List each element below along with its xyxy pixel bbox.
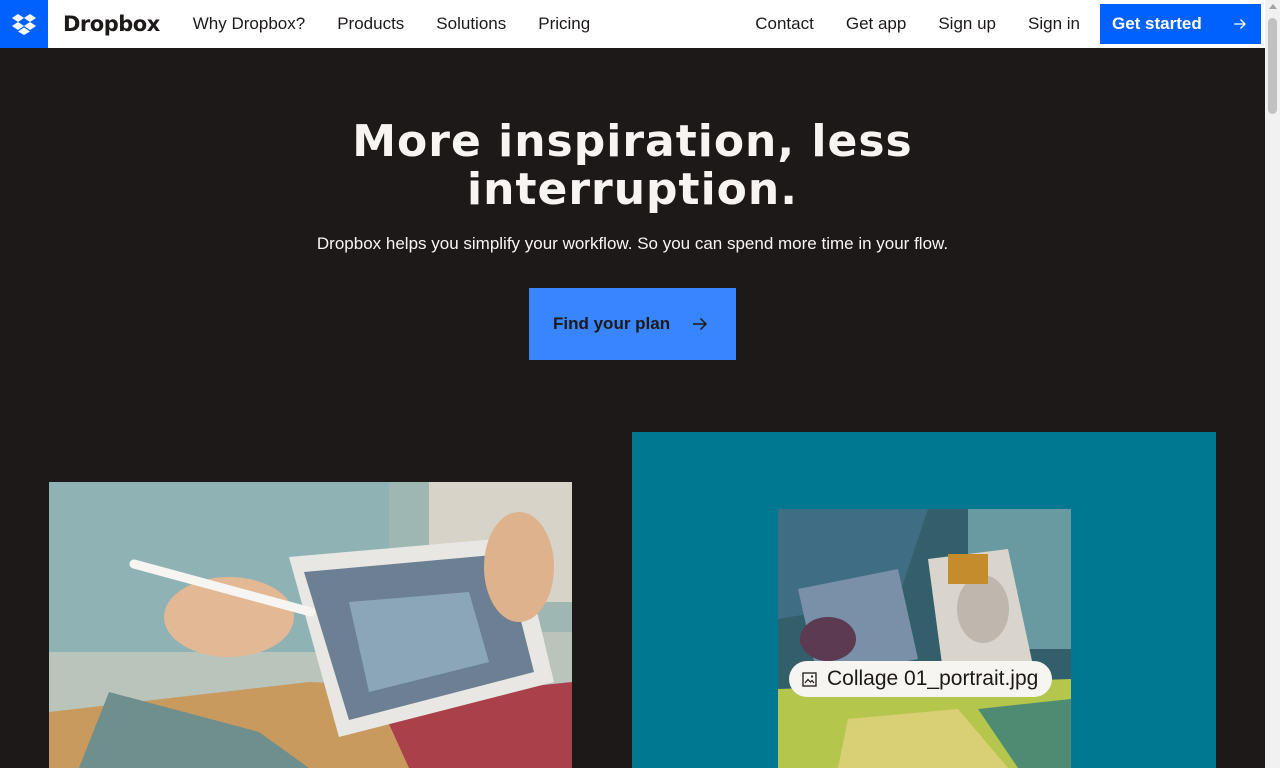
find-your-plan-button[interactable]: Find your plan [529, 288, 736, 360]
hero-title-line-1: More inspiration, less [352, 116, 913, 167]
hero-subtitle: Dropbox helps you simplify your workflow… [316, 234, 949, 253]
find-your-plan-label: Find your plan [553, 314, 671, 333]
collage-artwork-image [778, 509, 1071, 768]
hero-title: More inspiration, less interruption. [0, 118, 1265, 214]
nav-sign-in[interactable]: Sign in [1028, 14, 1080, 34]
file-name-chip: Collage 01_portrait.jpg [789, 661, 1053, 697]
nav-why-dropbox[interactable]: Why Dropbox? [193, 14, 305, 34]
brand-name[interactable]: Dropbox [63, 12, 160, 36]
nav-pricing[interactable]: Pricing [538, 14, 590, 34]
get-started-label: Get started [1112, 14, 1202, 33]
dropbox-logo-icon[interactable] [0, 0, 48, 48]
tablet-drawing-photo [49, 482, 572, 768]
file-name-label: Collage 01_portrait.jpg [827, 667, 1039, 690]
page-scrollbar[interactable] [1265, 0, 1280, 768]
top-navigation-bar: Dropbox Why Dropbox? Products Solutions … [0, 0, 1265, 48]
scroll-thumb[interactable] [1268, 18, 1277, 114]
secondary-nav: Contact Get app Sign up Sign in [723, 0, 1080, 48]
scroll-up-arrow-icon[interactable] [1269, 4, 1277, 9]
get-started-button[interactable]: Get started [1100, 4, 1261, 44]
nav-get-app[interactable]: Get app [846, 14, 907, 34]
hero-title-line-2: interruption. [467, 164, 798, 215]
nav-products[interactable]: Products [337, 14, 404, 34]
nav-contact[interactable]: Contact [755, 14, 814, 34]
arrow-right-icon [1233, 16, 1247, 36]
primary-nav: Why Dropbox? Products Solutions Pricing [193, 14, 622, 34]
arrow-right-icon [692, 316, 708, 337]
nav-solutions[interactable]: Solutions [436, 14, 506, 34]
nav-sign-up[interactable]: Sign up [938, 14, 996, 34]
image-file-icon [802, 671, 817, 687]
